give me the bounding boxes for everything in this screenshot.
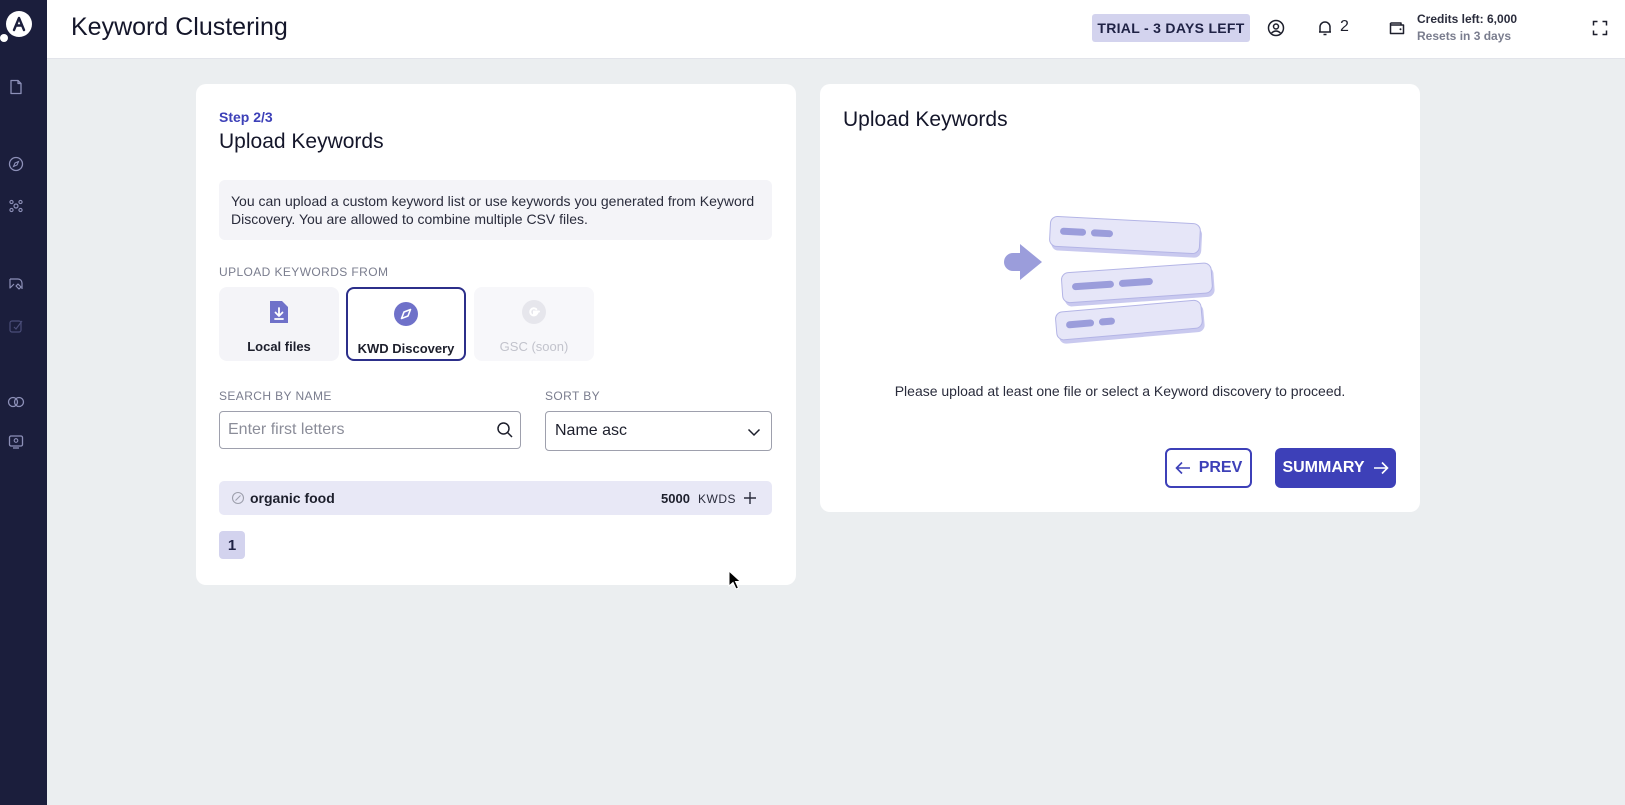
sidebar-item-clustering[interactable] <box>7 197 25 215</box>
sidebar-item-documents[interactable] <box>7 78 25 96</box>
source-label: KWD Discovery <box>357 341 455 356</box>
sort-select[interactable]: Name asc <box>545 411 772 451</box>
fullscreen-button[interactable] <box>1590 18 1610 38</box>
sort-label: SORT BY <box>545 389 601 403</box>
search-icon[interactable] <box>496 421 514 439</box>
status-icon <box>231 491 245 505</box>
prev-button[interactable]: PREV <box>1165 448 1252 488</box>
sort-value: Name asc <box>555 422 628 439</box>
logo-icon <box>12 16 26 32</box>
document-icon <box>10 79 22 95</box>
download-file-icon <box>266 299 292 325</box>
chevron-down-icon <box>747 428 761 437</box>
sidebar-item-writer[interactable] <box>7 275 25 293</box>
account-button[interactable] <box>1266 18 1286 38</box>
expand-icon <box>1592 20 1608 36</box>
logo-dot <box>0 34 8 42</box>
keyword-list-item[interactable]: organic food 5000 KWDS <box>219 481 772 515</box>
source-label: GSC (soon) <box>499 339 569 354</box>
arrow-right-icon <box>1373 461 1389 475</box>
source-gsc: GSC (soon) <box>474 287 594 361</box>
pen-tool-icon <box>9 278 23 290</box>
upload-illustration <box>1004 215 1215 344</box>
cluster-icon <box>9 199 23 213</box>
monitor-icon <box>8 435 24 449</box>
upload-summary-card: Upload Keywords Please upload at least o… <box>820 84 1420 512</box>
link-icon <box>7 396 25 408</box>
notification-count: 2 <box>1340 18 1349 35</box>
trial-badge[interactable]: TRIAL - 3 DAYS LEFT <box>1092 14 1250 42</box>
notifications-button[interactable] <box>1315 18 1335 38</box>
search-label: SEARCH BY NAME <box>219 389 332 403</box>
keyword-count: 5000 <box>661 491 690 506</box>
prev-label: PREV <box>1198 459 1243 476</box>
hint-text: Please upload at least one file or selec… <box>894 383 1346 399</box>
upload-from-label: UPLOAD KEYWORDS FROM <box>219 265 389 279</box>
source-kwd-discovery[interactable]: KWD Discovery <box>346 287 466 361</box>
edit-check-icon <box>9 320 23 333</box>
sidebar <box>0 0 47 805</box>
info-box: You can upload a custom keyword list or … <box>219 180 772 240</box>
add-icon[interactable] <box>742 490 758 506</box>
page-title: Keyword Clustering <box>71 13 288 41</box>
sidebar-item-links[interactable] <box>7 393 25 411</box>
upload-keywords-card: Step 2/3 Upload Keywords You can upload … <box>196 84 796 585</box>
arrow-left-icon <box>1175 461 1190 475</box>
credits-button[interactable] <box>1387 18 1407 38</box>
pagination-page[interactable]: 1 <box>219 531 245 559</box>
step-indicator: Step 2/3 <box>219 109 273 125</box>
summary-button[interactable]: SUMMARY <box>1275 448 1396 488</box>
user-circle-icon <box>1267 19 1285 37</box>
wallet-icon <box>1389 22 1405 35</box>
compass-icon <box>8 156 24 172</box>
topbar: Keyword Clustering TRIAL - 3 DAYS LEFT 2… <box>47 0 1625 59</box>
compass-icon <box>393 301 419 327</box>
credits-reset: Resets in 3 days <box>1417 29 1512 43</box>
bell-icon <box>1319 21 1331 36</box>
keyword-unit: KWDS <box>698 492 736 506</box>
google-icon <box>521 299 547 325</box>
credits-left: Credits left: 6,000 <box>1417 12 1518 26</box>
search-input[interactable] <box>219 411 521 449</box>
sidebar-item-monitor[interactable] <box>7 433 25 451</box>
source-local-files[interactable]: Local files <box>219 287 339 361</box>
source-label: Local files <box>247 339 311 354</box>
right-card-title: Upload Keywords <box>843 108 1008 131</box>
keyword-name: organic food <box>250 490 335 506</box>
app-logo[interactable] <box>6 11 32 37</box>
summary-label: SUMMARY <box>1282 459 1365 476</box>
sidebar-item-discovery[interactable] <box>7 155 25 173</box>
sidebar-item-editor[interactable] <box>7 317 25 335</box>
mouse-cursor-icon <box>728 570 742 590</box>
card-title: Upload Keywords <box>219 130 384 153</box>
